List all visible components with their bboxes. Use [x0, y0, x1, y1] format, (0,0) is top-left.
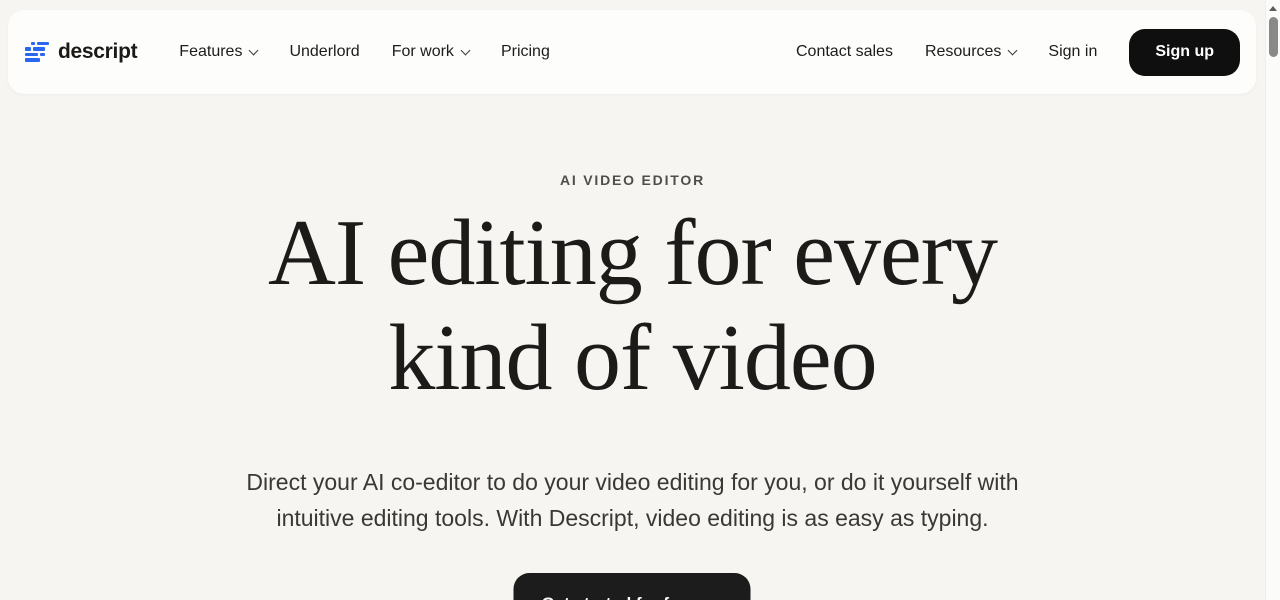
secondary-nav: Contact sales Resources Sign in Sign up	[796, 29, 1240, 76]
chevron-down-icon	[1008, 45, 1018, 55]
nav-item-sign-in[interactable]: Sign in	[1048, 43, 1097, 61]
hero-subtitle-line1: Direct your AI co-editor to do your vide…	[246, 469, 1018, 495]
nav-item-resources[interactable]: Resources	[925, 43, 1016, 61]
nav-item-contact-sales[interactable]: Contact sales	[796, 43, 893, 61]
arrow-right-icon: →	[705, 594, 723, 600]
descript-wordmark: descript	[58, 40, 137, 64]
top-navbar: descript Features Underlord For work Pri…	[8, 10, 1256, 94]
scrollbar-up-arrow-icon[interactable]	[1269, 6, 1277, 11]
nav-item-pricing[interactable]: Pricing	[501, 43, 550, 61]
scrollbar-thumb[interactable]	[1269, 17, 1278, 57]
hero-subtitle-line2: intuitive editing tools. With Descript, …	[276, 505, 988, 531]
get-started-label: Get started for free	[541, 594, 694, 600]
get-started-button[interactable]: Get started for free →	[514, 573, 751, 600]
descript-logo[interactable]: descript	[25, 40, 137, 64]
primary-nav: Features Underlord For work Pricing	[179, 43, 550, 61]
chevron-down-icon	[460, 45, 470, 55]
hero-eyebrow: AI VIDEO EDITOR	[0, 172, 1265, 188]
chevron-down-icon	[249, 45, 259, 55]
browser-scrollbar[interactable]	[1265, 0, 1280, 600]
hero-heading: AI editing for everykind of video	[0, 201, 1265, 411]
descript-logo-icon	[25, 41, 49, 64]
hero-subtitle: Direct your AI co-editor to do your vide…	[0, 464, 1265, 536]
hero-heading-line1: AI editing for every	[268, 201, 997, 305]
nav-item-features[interactable]: Features	[179, 43, 257, 61]
nav-item-underlord[interactable]: Underlord	[289, 43, 359, 61]
sign-up-button[interactable]: Sign up	[1129, 29, 1240, 76]
hero-heading-line2: kind of video	[388, 306, 876, 410]
nav-item-for-work[interactable]: For work	[392, 43, 469, 61]
